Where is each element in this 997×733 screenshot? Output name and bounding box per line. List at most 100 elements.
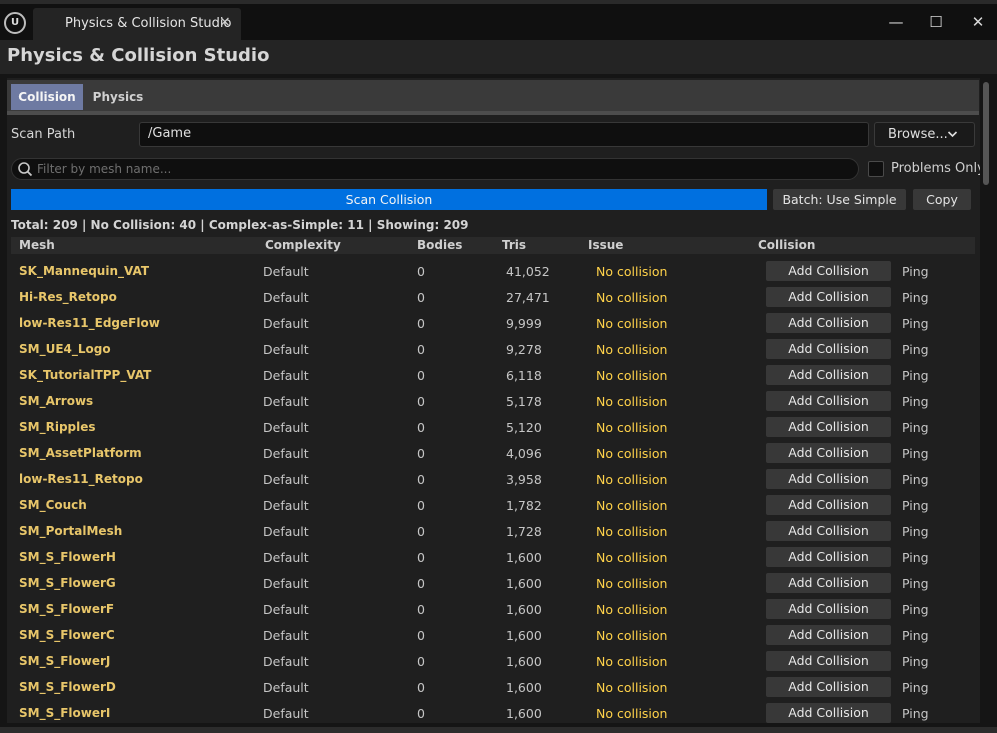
table-row[interactable]: SM_S_FlowerF Default 0 1,600 No collision Add…	[11, 596, 975, 622]
close-tab-icon[interactable]: ×	[219, 14, 231, 30]
table-row[interactable]: Hi-Res_Retopo Default 0 27,471 No collision A…	[11, 284, 975, 310]
ping-button[interactable]: Ping	[902, 498, 929, 513]
browse-button[interactable]: Browse...	[874, 122, 975, 147]
minimize-button[interactable]: —	[884, 12, 908, 32]
add-collision-button[interactable]: Add Collision	[766, 547, 891, 567]
add-collision-button[interactable]: Add Collision	[766, 521, 891, 541]
ping-button[interactable]: Ping	[902, 472, 929, 487]
tab-collision[interactable]: Collision	[11, 84, 83, 110]
maximize-button[interactable]: ☐	[924, 12, 948, 32]
add-collision-button[interactable]: Add Collision	[766, 313, 891, 333]
tris-value: 1,600	[506, 602, 542, 617]
add-collision-button[interactable]: Add Collision	[766, 391, 891, 411]
add-collision-button[interactable]: Add Collision	[766, 651, 891, 671]
add-collision-button[interactable]: Add Collision	[766, 703, 891, 723]
column-header-complexity[interactable]: Complexity	[265, 238, 341, 252]
add-collision-button[interactable]: Add Collision	[766, 677, 891, 697]
mesh-name[interactable]: SM_Couch	[19, 498, 87, 512]
mesh-name[interactable]: SM_S_FlowerD	[19, 680, 116, 694]
mesh-name[interactable]: SM_PortalMesh	[19, 524, 122, 538]
add-collision-button[interactable]: Add Collision	[766, 469, 891, 489]
ping-button[interactable]: Ping	[902, 264, 929, 279]
mesh-name[interactable]: SM_S_FlowerC	[19, 628, 115, 642]
complexity-value: Default	[263, 550, 309, 565]
copy-button[interactable]: Copy	[913, 189, 971, 210]
table-row[interactable]: SK_Mannequin_VAT Default 0 41,052 No collisi…	[11, 258, 975, 284]
mesh-name[interactable]: SM_AssetPlatform	[19, 446, 142, 460]
ping-button[interactable]: Ping	[902, 628, 929, 643]
mesh-name[interactable]: SM_S_FlowerJ	[19, 654, 110, 668]
mesh-name[interactable]: SK_Mannequin_VAT	[19, 264, 149, 278]
ping-button[interactable]: Ping	[902, 706, 929, 721]
table-row[interactable]: SM_Couch Default 0 1,782 No collision Add Col…	[11, 492, 975, 518]
column-header-mesh[interactable]: Mesh	[19, 238, 55, 252]
problems-only-checkbox[interactable]	[868, 161, 884, 177]
column-header-collision[interactable]: Collision	[758, 238, 815, 252]
column-header-bodies[interactable]: Bodies	[417, 238, 462, 252]
table-row[interactable]: SM_S_FlowerC Default 0 1,600 No collision Add…	[11, 622, 975, 648]
mesh-name[interactable]: SM_S_FlowerH	[19, 550, 116, 564]
table-row[interactable]: low-Res11_EdgeFlow Default 0 9,999 No collis…	[11, 310, 975, 336]
scan-collision-button[interactable]: Scan Collision	[11, 189, 767, 210]
scan-path-input[interactable]: /Game	[139, 122, 869, 147]
ping-button[interactable]: Ping	[902, 420, 929, 435]
mesh-name[interactable]: low-Res11_EdgeFlow	[19, 316, 160, 330]
mesh-name[interactable]: SM_S_FlowerG	[19, 576, 116, 590]
table-row[interactable]: SM_S_FlowerG Default 0 1,600 No collision Add…	[11, 570, 975, 596]
close-window-button[interactable]: ✕	[966, 12, 990, 32]
mesh-name[interactable]: SM_S_FlowerI	[19, 706, 110, 720]
table-row[interactable]: SM_S_FlowerH Default 0 1,600 No collision Add…	[11, 544, 975, 570]
mesh-name[interactable]: SK_TutorialTPP_VAT	[19, 368, 151, 382]
ping-button[interactable]: Ping	[902, 524, 929, 539]
table-row[interactable]: SM_S_FlowerD Default 0 1,600 No collision Add…	[11, 674, 975, 700]
complexity-value: Default	[263, 394, 309, 409]
mesh-name[interactable]: Hi-Res_Retopo	[19, 290, 117, 304]
ping-button[interactable]: Ping	[902, 342, 929, 357]
table-row[interactable]: SM_Arrows Default 0 5,178 No collision Add Co…	[11, 388, 975, 414]
add-collision-button[interactable]: Add Collision	[766, 599, 891, 619]
add-collision-button[interactable]: Add Collision	[766, 261, 891, 281]
issue-value: No collision	[596, 550, 668, 565]
mesh-name[interactable]: low-Res11_Retopo	[19, 472, 143, 486]
document-tab[interactable]: Physics & Collision Studio ×	[33, 8, 241, 40]
table-row[interactable]: SM_S_FlowerJ Default 0 1,600 No collision Add…	[11, 648, 975, 674]
add-collision-button[interactable]: Add Collision	[766, 443, 891, 463]
add-collision-button[interactable]: Add Collision	[766, 417, 891, 437]
table-row[interactable]: SM_UE4_Logo Default 0 9,278 No collision Add …	[11, 336, 975, 362]
table-row[interactable]: low-Res11_Retopo Default 0 3,958 No collisio…	[11, 466, 975, 492]
add-collision-button[interactable]: Add Collision	[766, 365, 891, 385]
table-row[interactable]: SM_Ripples Default 0 5,120 No collision Add C…	[11, 414, 975, 440]
ping-button[interactable]: Ping	[902, 550, 929, 565]
ping-button[interactable]: Ping	[902, 576, 929, 591]
filter-input[interactable]: Filter by mesh name...	[11, 158, 859, 180]
tab-physics[interactable]: Physics	[84, 84, 152, 110]
add-collision-button[interactable]: Add Collision	[766, 625, 891, 645]
scrollbar[interactable]	[983, 82, 989, 185]
table-row[interactable]: SM_AssetPlatform Default 0 4,096 No collisio…	[11, 440, 975, 466]
complexity-value: Default	[263, 342, 309, 357]
add-collision-button[interactable]: Add Collision	[766, 339, 891, 359]
ping-button[interactable]: Ping	[902, 290, 929, 305]
batch-use-simple-button[interactable]: Batch: Use Simple	[773, 189, 906, 210]
mesh-name[interactable]: SM_UE4_Logo	[19, 342, 111, 356]
mesh-name[interactable]: SM_Ripples	[19, 420, 96, 434]
table-row[interactable]: SM_PortalMesh Default 0 1,728 No collision Ad…	[11, 518, 975, 544]
add-collision-button[interactable]: Add Collision	[766, 573, 891, 593]
ping-button[interactable]: Ping	[902, 368, 929, 383]
ping-button[interactable]: Ping	[902, 654, 929, 669]
ping-button[interactable]: Ping	[902, 316, 929, 331]
ping-button[interactable]: Ping	[902, 446, 929, 461]
ping-button[interactable]: Ping	[902, 394, 929, 409]
mesh-name[interactable]: SM_S_FlowerF	[19, 602, 114, 616]
ping-button[interactable]: Ping	[902, 680, 929, 695]
column-header-issue[interactable]: Issue	[588, 238, 623, 252]
bodies-value: 0	[417, 290, 425, 305]
add-collision-button[interactable]: Add Collision	[766, 495, 891, 515]
column-header-tris[interactable]: Tris	[502, 238, 526, 252]
table-row[interactable]: SK_TutorialTPP_VAT Default 0 6,118 No collis…	[11, 362, 975, 388]
add-collision-button[interactable]: Add Collision	[766, 287, 891, 307]
mesh-name[interactable]: SM_Arrows	[19, 394, 93, 408]
ping-button[interactable]: Ping	[902, 602, 929, 617]
bodies-value: 0	[417, 524, 425, 539]
table-row[interactable]: SM_S_FlowerI Default 0 1,600 No collision Add…	[11, 700, 975, 723]
